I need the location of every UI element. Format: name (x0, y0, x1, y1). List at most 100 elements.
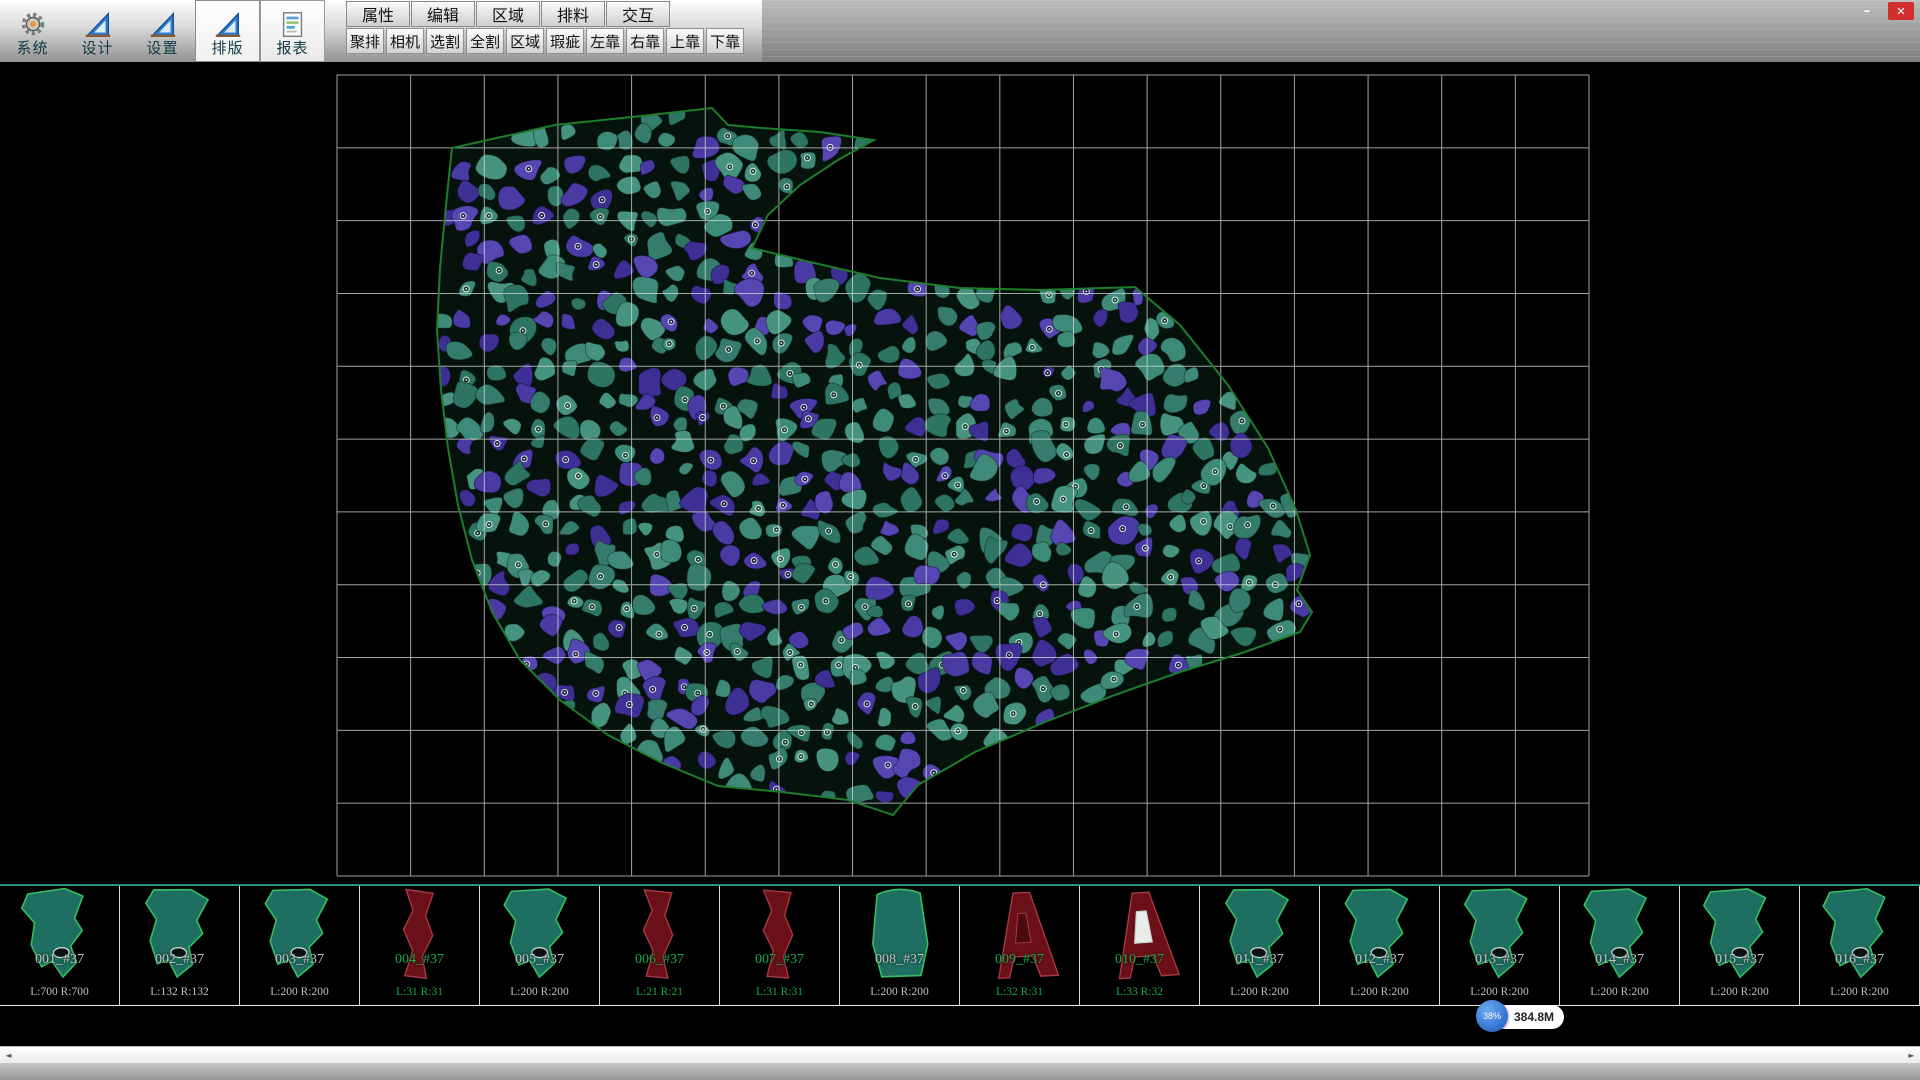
piece-preview (1326, 886, 1434, 984)
piece-counts: L:31 R:31 (720, 986, 839, 998)
tool-button-defect[interactable]: 瑕疵 (546, 28, 584, 54)
piece-counts: L:200 R:200 (840, 986, 959, 998)
status-bar (0, 1063, 1920, 1080)
piece-counts: L:200 R:200 (1200, 986, 1319, 998)
piece-preview (1086, 886, 1194, 984)
piece-thumbnail[interactable]: 005_#37 L:200 R:200 (480, 886, 600, 1006)
menu-tab-interact[interactable]: 交互 (606, 1, 670, 27)
piece-strip: 001_#37L:700 R:700002_#37L:132 R:132003_… (0, 884, 1920, 1006)
piece-thumbnail[interactable]: 002_#37 L:132 R:132 (120, 886, 240, 1006)
nesting-canvas[interactable] (0, 62, 1920, 884)
window-controls: – ✕ (1854, 2, 1914, 20)
tool-button-align-left[interactable]: 左靠 (586, 28, 624, 54)
toolbar-texture (762, 0, 1920, 62)
piece-name: 015_#37 (1680, 952, 1799, 968)
report-icon (278, 10, 308, 40)
menu-tab-edit[interactable]: 编辑 (411, 1, 475, 27)
piece-thumbnail[interactable]: 009_#37 L:32 R:31 (960, 886, 1080, 1006)
progress-circle: 38% (1476, 1000, 1508, 1032)
piece-thumbnail[interactable]: 001_#37 L:700 R:700 (0, 886, 120, 1006)
piece-name: 002_#37 (120, 952, 239, 968)
piece-thumbnail[interactable]: 015_#37 L:200 R:200 (1680, 886, 1800, 1006)
piece-preview (1806, 886, 1914, 984)
app-button-system[interactable]: 系统 (0, 0, 65, 62)
app-launcher: 系统设计设置排版报表 (0, 0, 325, 62)
tool-button-region[interactable]: 区域 (506, 28, 544, 54)
piece-counts: L:200 R:200 (240, 986, 359, 998)
piece-name: 001_#37 (0, 952, 119, 968)
gear-icon (18, 10, 48, 40)
tool-button-align-right[interactable]: 右靠 (626, 28, 664, 54)
app-button-settings[interactable]: 设置 (130, 0, 195, 62)
piece-counts: L:200 R:200 (1680, 986, 1799, 998)
piece-thumbnail[interactable]: 006_#37L:21 R:21 (600, 886, 720, 1006)
piece-thumbnail[interactable]: 008_#37 L:200 R:200 (840, 886, 960, 1006)
menu-tab-row: 属性编辑区域排料交互 (346, 1, 744, 27)
tool-button-cut-all[interactable]: 全割 (466, 28, 504, 54)
tool-button-cluster[interactable]: 聚排 (346, 28, 384, 54)
piece-preview (1566, 886, 1674, 984)
piece-name: 009_#37 (960, 952, 1079, 968)
piece-preview (366, 886, 474, 984)
piece-name: 013_#37 (1440, 952, 1559, 968)
piece-name: 008_#37 (840, 952, 959, 968)
app-button-nesting[interactable]: 排版 (195, 0, 260, 62)
piece-preview (1686, 886, 1794, 984)
app-button-label: 设置 (146, 40, 178, 59)
piece-thumbnail[interactable]: 007_#37 L:31 R:31 (720, 886, 840, 1006)
main-toolbar: 系统设计设置排版报表 属性编辑区域排料交互 聚排相机选割全割区域瑕疵左靠右靠上靠… (0, 0, 1920, 62)
piece-preview (966, 886, 1074, 984)
horizontal-scrollbar[interactable]: ◄ ► (0, 1046, 1920, 1063)
piece-preview (126, 886, 234, 984)
triangle-icon (213, 10, 243, 40)
piece-counts: L:200 R:200 (1800, 986, 1919, 998)
piece-preview (606, 886, 714, 984)
piece-counts: L:200 R:200 (1320, 986, 1439, 998)
scroll-left-button[interactable]: ◄ (0, 1047, 17, 1063)
menu-tab-material[interactable]: 排料 (541, 1, 605, 27)
piece-thumbnail[interactable]: 011_#37 L:200 R:200 (1200, 886, 1320, 1006)
piece-counts: L:700 R:700 (0, 986, 119, 998)
piece-preview (486, 886, 594, 984)
close-button[interactable]: ✕ (1888, 2, 1914, 20)
tool-button-align-bottom[interactable]: 下靠 (706, 28, 744, 54)
menu-tab-region[interactable]: 区域 (476, 1, 540, 27)
piece-thumbnail[interactable]: 004_#37L:31 R:31 (360, 886, 480, 1006)
triangle-icon (83, 10, 113, 40)
piece-thumbnail[interactable]: 016_#37 L:200 R:200 (1800, 886, 1920, 1006)
piece-counts: L:200 R:200 (1560, 986, 1679, 998)
piece-name: 005_#37 (480, 952, 599, 968)
menu-area: 属性编辑区域排料交互 聚排相机选割全割区域瑕疵左靠右靠上靠下靠 (346, 1, 744, 54)
menu-tab-properties[interactable]: 属性 (346, 1, 410, 27)
piece-preview (1446, 886, 1554, 984)
piece-name: 007_#37 (720, 952, 839, 968)
scroll-right-button[interactable]: ► (1903, 1047, 1920, 1063)
piece-thumbnail[interactable]: 012_#37 L:200 R:200 (1320, 886, 1440, 1006)
piece-name: 016_#37 (1800, 952, 1919, 968)
app-button-label: 系统 (16, 40, 48, 59)
piece-thumbnail[interactable]: 014_#37L:200 R:200 (1560, 886, 1680, 1006)
tool-button-row: 聚排相机选割全割区域瑕疵左靠右靠上靠下靠 (346, 28, 744, 54)
piece-name: 012_#37 (1320, 952, 1439, 968)
tool-button-align-top[interactable]: 上靠 (666, 28, 704, 54)
piece-name: 004_#37 (360, 952, 479, 968)
nesting-canvas-svg[interactable] (0, 62, 1920, 884)
piece-counts: L:200 R:200 (480, 986, 599, 998)
piece-preview (846, 886, 954, 984)
piece-thumbnail[interactable]: 010_#37L:33 R:32 (1080, 886, 1200, 1006)
piece-thumbnail[interactable]: 013_#37L:200 R:200 (1440, 886, 1560, 1006)
app-button-report[interactable]: 报表 (260, 0, 325, 62)
tool-button-camera[interactable]: 相机 (386, 28, 424, 54)
piece-preview (726, 886, 834, 984)
piece-thumbnail[interactable]: 003_#37 L:200 R:200 (240, 886, 360, 1006)
piece-preview (246, 886, 354, 984)
app-button-design[interactable]: 设计 (65, 0, 130, 62)
tool-button-select-cut[interactable]: 选割 (426, 28, 464, 54)
minimize-button[interactable]: – (1854, 2, 1880, 20)
piece-counts: L:21 R:21 (600, 986, 719, 998)
piece-counts: L:132 R:132 (120, 986, 239, 998)
piece-name: 011_#37 (1200, 952, 1319, 968)
piece-counts: L:32 R:31 (960, 986, 1079, 998)
piece-name: 003_#37 (240, 952, 359, 968)
application-window: 系统设计设置排版报表 属性编辑区域排料交互 聚排相机选割全割区域瑕疵左靠右靠上靠… (0, 0, 1920, 1080)
